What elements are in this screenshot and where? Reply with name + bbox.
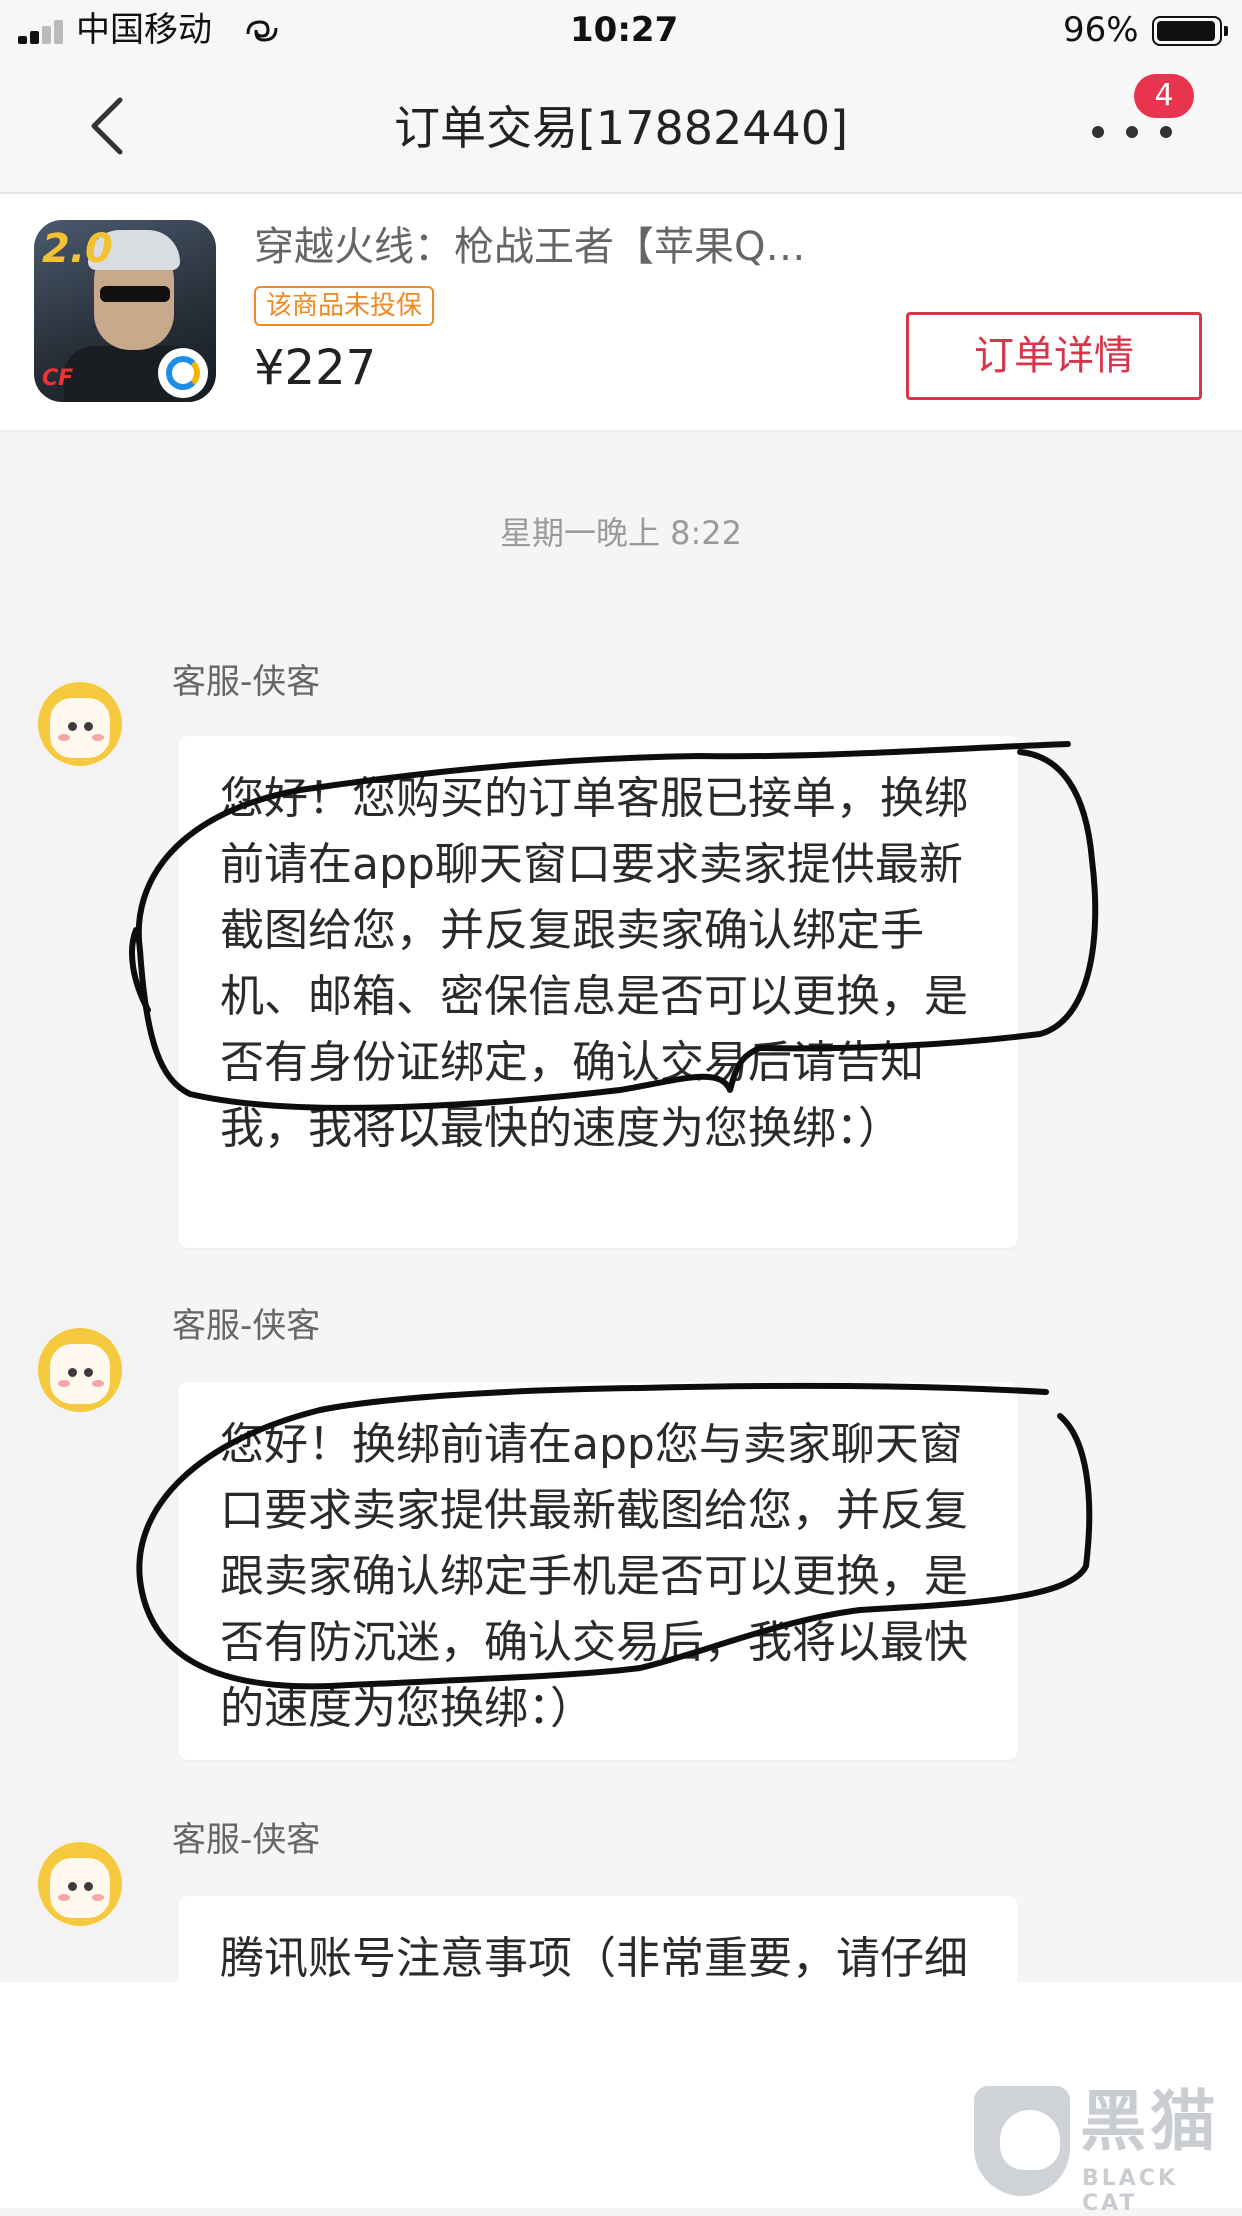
message-sender: 客服-侠客 <box>172 1306 321 1346</box>
message-bubble[interactable]: 您好！换绑前请在app您与卖家聊天窗口要求卖家提供最新截图给您，并反复跟卖家确认… <box>178 1382 1018 1760</box>
carrier-label: 中国移动 <box>76 10 212 50</box>
product-card: 2.0 CF 穿越火线：枪战王者【苹果Q… 该商品未投保 ¥227 订单详情 <box>0 194 1242 432</box>
message-text: 您好！您购买的订单客服已接单，换绑前请在app聊天窗口要求卖家提供最新截图给您，… <box>220 773 968 1154</box>
notification-badge: 4 <box>1134 74 1194 118</box>
insurance-tag: 该商品未投保 <box>254 286 435 326</box>
watermark-en: BLACK CAT <box>1082 2166 1179 2216</box>
watermark-logo: 黑猫 BLACK CAT <box>966 2083 1236 2216</box>
agent-avatar[interactable] <box>24 1832 136 1944</box>
game-version-label: 2.0 <box>42 226 113 272</box>
more-icon[interactable] <box>1088 122 1178 146</box>
black-cat-shield-icon <box>974 2086 1070 2196</box>
battery-percent: 96% <box>1063 10 1139 50</box>
signal-icon <box>18 20 74 44</box>
chat-timestamp: 星期一晚上 8:22 <box>499 514 743 552</box>
product-price: ¥227 <box>254 340 377 396</box>
game-icon[interactable]: 2.0 CF <box>34 220 216 402</box>
message-bubble[interactable]: 您好！您购买的订单客服已接单，换绑前请在app聊天窗口要求卖家提供最新截图给您，… <box>178 736 1018 1248</box>
navigation-bar: 订单交易[17882440] 4 <box>0 62 1242 194</box>
agent-avatar[interactable] <box>24 672 136 784</box>
product-title[interactable]: 穿越火线：枪战王者【苹果Q… <box>254 222 805 272</box>
page-title: 订单交易[17882440] <box>393 101 849 155</box>
battery-icon <box>1152 16 1228 46</box>
message-sender: 客服-侠客 <box>172 1820 321 1860</box>
wifi-hotspot-icon <box>246 20 278 42</box>
status-bar: 中国移动 10:27 96% <box>0 0 1242 62</box>
game-logo-label: CF <box>42 366 74 391</box>
message-sender: 客服-侠客 <box>172 662 321 702</box>
agent-avatar[interactable] <box>24 1318 136 1430</box>
order-detail-button[interactable]: 订单详情 <box>906 312 1202 400</box>
clock: 10:27 <box>570 10 679 50</box>
tencent-logo-icon <box>158 348 208 398</box>
watermark-cn: 黑猫 <box>1080 2083 1220 2160</box>
message-text: 您好！换绑前请在app您与卖家聊天窗口要求卖家提供最新截图给您，并反复跟卖家确认… <box>220 1419 968 1734</box>
